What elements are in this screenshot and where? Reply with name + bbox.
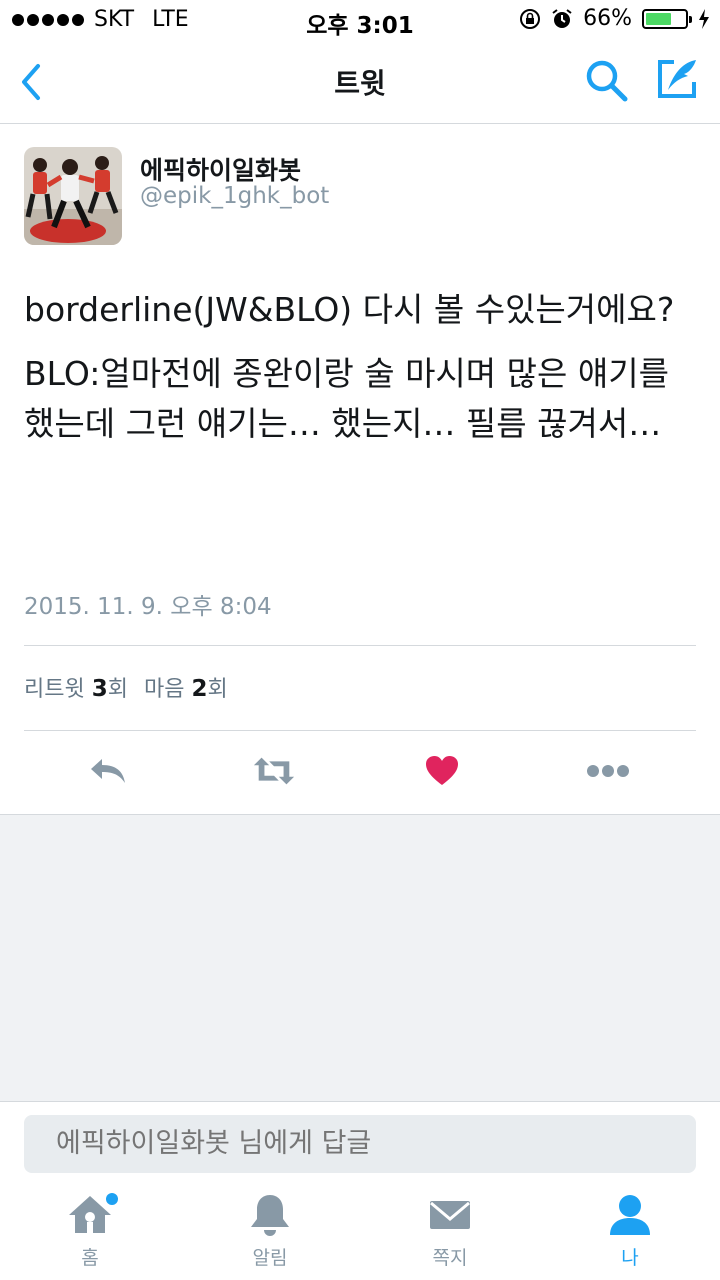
- home-icon: [66, 1191, 118, 1239]
- battery-fill: [646, 12, 672, 25]
- display-name[interactable]: 에픽하이일화봇: [140, 151, 301, 187]
- search-button[interactable]: [584, 58, 630, 104]
- reply-input[interactable]: [24, 1115, 696, 1173]
- tab-messages[interactable]: 쪽지: [400, 1191, 500, 1277]
- retweet-icon: [253, 757, 295, 785]
- tab-me-label: 나: [621, 1247, 639, 1269]
- avatar[interactable]: [24, 147, 122, 245]
- person-icon: [606, 1191, 654, 1239]
- tweet-detail: 에픽하이일화봇 @epik_1ghk_bot borderline(JW&BLO…: [0, 125, 720, 815]
- rotation-lock-icon: [520, 8, 541, 29]
- retweet-unit: 회: [107, 677, 128, 702]
- tab-home[interactable]: 홈: [40, 1191, 140, 1277]
- status-right: 66%: [519, 6, 710, 31]
- user-handle[interactable]: @epik_1ghk_bot: [140, 183, 329, 209]
- envelope-icon: [426, 1191, 474, 1239]
- reply-button[interactable]: [86, 751, 130, 791]
- tab-notifications-label: 알림: [252, 1247, 288, 1269]
- avatar-image: [24, 147, 122, 245]
- retweet-button[interactable]: [252, 751, 296, 791]
- battery-icon: [642, 8, 692, 29]
- alarm-icon: [552, 8, 572, 28]
- tweet-paragraph-1: borderline(JW&BLO) 다시 볼 수있는거에요?: [24, 290, 675, 329]
- bell-icon: [246, 1191, 294, 1239]
- chevron-left-icon: [22, 64, 40, 100]
- compose-button[interactable]: [654, 56, 700, 102]
- reply-icon: [91, 759, 125, 783]
- retweet-count: 3: [91, 676, 108, 702]
- notification-dot: [106, 1193, 118, 1205]
- more-button[interactable]: [586, 751, 630, 791]
- heart-icon: [426, 756, 458, 785]
- status-bar: SKT LTE 오후 3:01 66%: [0, 0, 720, 40]
- search-icon: [586, 60, 628, 102]
- reply-bar: [0, 1101, 720, 1183]
- tweet-actions: [0, 737, 720, 807]
- tweet-text: borderline(JW&BLO) 다시 볼 수있는거에요? BLO:얼마전에…: [24, 285, 700, 463]
- compose-icon: [658, 60, 696, 98]
- divider: [24, 645, 696, 646]
- back-button[interactable]: [16, 60, 46, 104]
- nav-bar: 트윗: [0, 40, 720, 124]
- like-label: 마음: [144, 677, 185, 702]
- like-unit: 회: [207, 677, 228, 702]
- like-stat[interactable]: 마음 2회: [144, 671, 228, 703]
- divider: [24, 730, 696, 731]
- tweet-paragraph-2: BLO:얼마전에 종완이랑 술 마시며 많은 얘기를 했는데 그런 얘기는… 했…: [24, 354, 669, 443]
- tab-messages-label: 쪽지: [432, 1247, 468, 1269]
- more-icon: [587, 765, 629, 777]
- like-button[interactable]: [420, 751, 464, 791]
- retweet-stat[interactable]: 리트윗 3회: [24, 671, 128, 703]
- like-count: 2: [191, 676, 208, 702]
- battery-percent: 66%: [583, 6, 632, 31]
- tab-home-label: 홈: [81, 1247, 99, 1269]
- tab-me[interactable]: 나: [580, 1191, 680, 1277]
- empty-area: [0, 815, 720, 1101]
- tab-bar: 홈 알림 쪽지 나: [0, 1183, 720, 1280]
- tweet-timestamp: 2015. 11. 9. 오후 8:04: [24, 594, 272, 620]
- tab-notifications[interactable]: 알림: [220, 1191, 320, 1277]
- retweet-label: 리트윗: [24, 677, 85, 702]
- tweet-stats: 리트윗 3회 마음 2회: [24, 671, 228, 703]
- charging-bolt-icon: [699, 8, 709, 29]
